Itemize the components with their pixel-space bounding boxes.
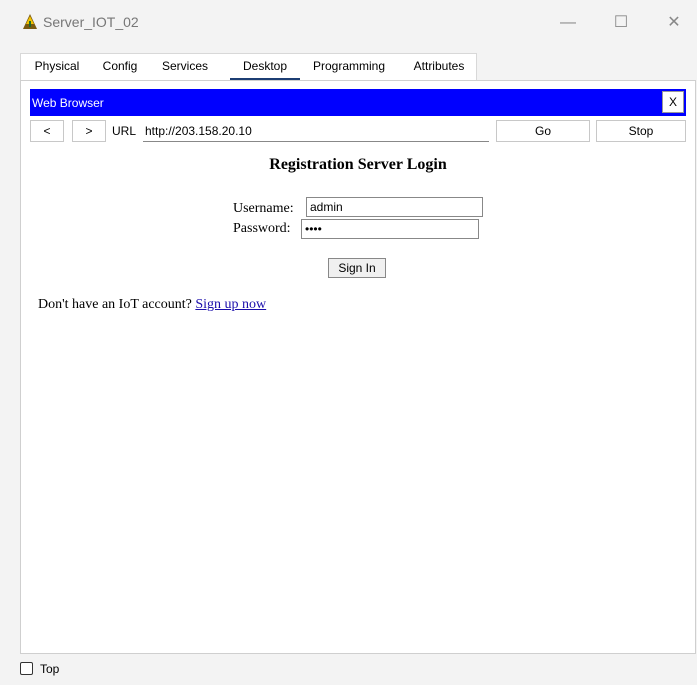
title-bar: Server_IOT_02 — ☐ ✕ xyxy=(0,0,697,44)
top-checkbox[interactable] xyxy=(20,662,33,675)
tab-desktop[interactable]: Desktop xyxy=(230,54,300,81)
signup-prompt: Don't have an IoT account? xyxy=(38,297,192,312)
close-window-button[interactable]: ✕ xyxy=(651,10,697,36)
tab-services[interactable]: Services xyxy=(154,54,216,78)
minimize-button[interactable]: — xyxy=(545,10,591,36)
sign-in-button[interactable]: Sign In xyxy=(328,258,386,278)
back-button[interactable]: < xyxy=(30,120,64,142)
username-label: Username: xyxy=(233,201,294,216)
server-app-icon xyxy=(23,14,37,29)
signup-row: Don't have an IoT account? Sign up now xyxy=(38,297,266,313)
stop-button[interactable]: Stop xyxy=(596,120,686,142)
tab-programming[interactable]: Programming xyxy=(307,54,391,78)
web-browser-titlebar: Web Browser X xyxy=(30,89,686,116)
url-label: URL xyxy=(112,124,137,138)
tab-config[interactable]: Config xyxy=(94,54,146,78)
browser-nav-bar: < > URL Go Stop xyxy=(30,118,686,144)
tab-attributes[interactable]: Attributes xyxy=(404,54,474,78)
password-field[interactable] xyxy=(301,219,479,239)
web-browser-title: Web Browser xyxy=(32,96,104,110)
top-checkbox-label: Top xyxy=(40,662,60,676)
forward-button[interactable]: > xyxy=(72,120,106,142)
maximize-button[interactable]: ☐ xyxy=(598,10,644,36)
go-button[interactable]: Go xyxy=(496,120,590,142)
web-browser-close-button[interactable]: X xyxy=(662,91,684,113)
password-label: Password: xyxy=(233,221,291,236)
url-input[interactable] xyxy=(143,120,489,142)
sign-up-link[interactable]: Sign up now xyxy=(195,297,266,312)
page-title: Registration Server Login xyxy=(269,156,447,173)
username-field[interactable] xyxy=(306,197,483,217)
window-title: Server_IOT_02 xyxy=(43,14,139,30)
browser-content: Registration Server Login Username: Pass… xyxy=(30,146,686,644)
tab-physical[interactable]: Physical xyxy=(24,54,90,78)
